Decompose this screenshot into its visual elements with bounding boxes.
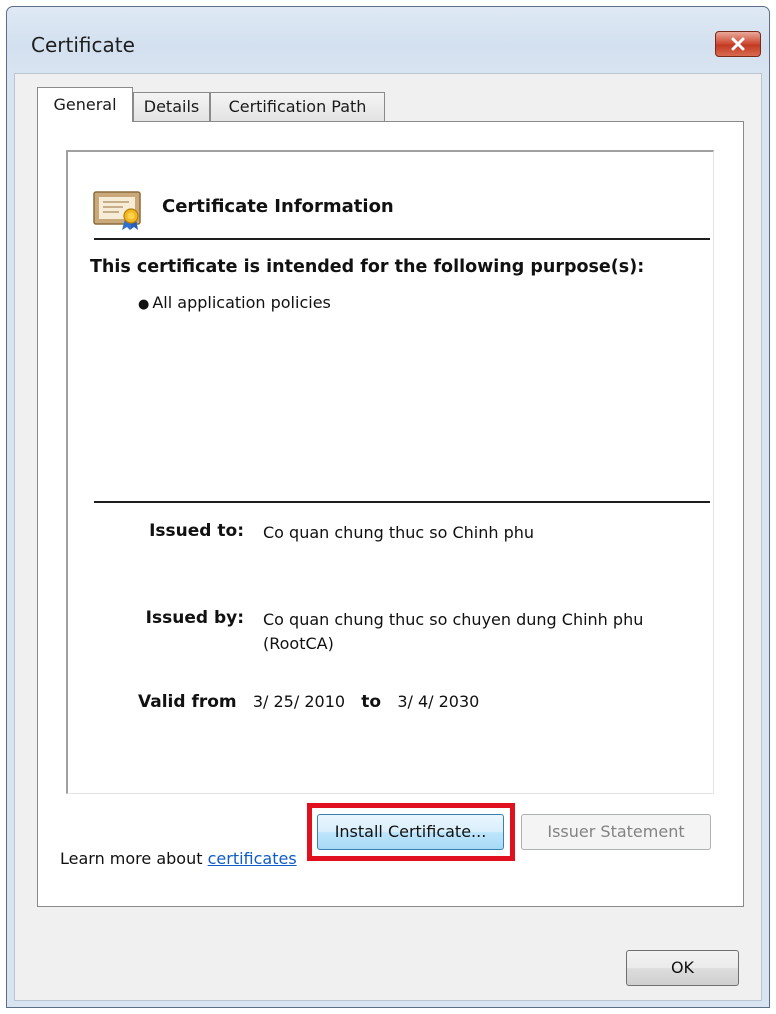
certificate-dialog: Certificate General Details Certificatio…: [6, 6, 770, 1008]
section-heading: Certificate Information: [162, 196, 394, 217]
valid-to-value: 3/ 4/ 2030: [397, 692, 480, 711]
dialog-body: General Details Certification Path Certi…: [14, 73, 762, 1001]
window-title: Certificate: [31, 33, 135, 57]
issued-by-value: Co quan chung thuc so chuyen dung Chinh …: [263, 610, 644, 653]
close-button[interactable]: [715, 31, 761, 57]
issued-to-label: Issued to:: [149, 521, 244, 541]
issued-to-value: Co quan chung thuc so Chinh phu: [263, 523, 535, 542]
certificates-link[interactable]: certificates: [208, 849, 297, 868]
tab-details[interactable]: Details: [133, 92, 210, 121]
learn-more-prefix: Learn more about: [60, 849, 203, 868]
validity-row: Valid from 3/ 25/ 2010 to 3/ 4/ 2030: [138, 692, 479, 712]
ok-button[interactable]: OK: [626, 950, 739, 986]
title-bar[interactable]: Certificate: [7, 7, 769, 73]
issuer-statement-button[interactable]: Issuer Statement: [521, 814, 711, 850]
issued-by-label: Issued by:: [145, 608, 244, 628]
heading-divider: [94, 238, 710, 240]
bullet-icon: ●: [138, 297, 150, 312]
learn-more-text: Learn more about certificates: [60, 849, 297, 868]
tab-certification-path[interactable]: Certification Path: [210, 92, 385, 121]
valid-to-label: to: [361, 692, 382, 712]
general-tab-page: Certificate Information This certificate…: [37, 121, 744, 907]
valid-from-value: 3/ 25/ 2010: [252, 692, 346, 711]
tab-general[interactable]: General: [37, 87, 133, 122]
purpose-list-item: ● All application policies: [138, 293, 331, 312]
close-x-icon: [731, 37, 745, 51]
certificate-icon: [93, 191, 141, 230]
purpose-title: This certificate is intended for the fol…: [90, 257, 645, 277]
details-divider: [94, 501, 710, 503]
valid-from-label: Valid from: [138, 692, 237, 712]
install-certificate-button[interactable]: Install Certificate...: [317, 814, 504, 850]
purpose-text: All application policies: [152, 293, 331, 312]
certificate-info-box: Certificate Information This certificate…: [66, 150, 714, 794]
